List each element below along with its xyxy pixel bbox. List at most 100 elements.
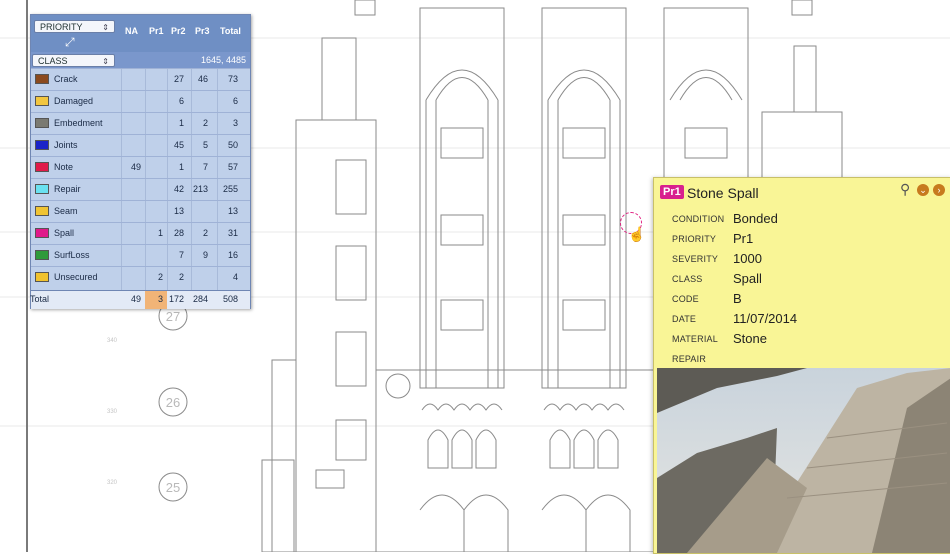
cell-pr2: 27 [173, 74, 184, 84]
summary-table-panel: PRIORITY ⇕ ⤢ NA Pr1 Pr2 Pr3 Total 1645, … [30, 14, 251, 309]
grand-total: 1645, 4485 [200, 55, 246, 65]
cell-pr3: 7 [202, 162, 208, 172]
cell-total: 50 [227, 140, 238, 150]
bay-number: 25 [166, 480, 180, 495]
table-row[interactable]: Seam 13 13 [31, 200, 250, 222]
class-swatch [35, 140, 49, 150]
level-mark: 330 [107, 409, 118, 415]
field-label: SEVERITY [672, 254, 719, 264]
field-value: Spall [733, 271, 762, 286]
cell-total: 4 [232, 272, 238, 282]
row-label: Unsecured [54, 272, 98, 282]
row-label: Repair [54, 184, 81, 194]
cell-total: 3 [232, 118, 238, 128]
cell-pr3: 46 [197, 74, 208, 84]
bay-number: 26 [166, 395, 180, 410]
table-row[interactable]: Damaged 6 6 [31, 90, 250, 112]
level-mark: 320 [107, 480, 118, 486]
cell-pr2: 13 [173, 206, 184, 216]
total-pr1: 3 [157, 294, 163, 304]
table-row[interactable]: Crack 27 46 73 [31, 68, 250, 90]
cell-total: 255 [222, 184, 238, 194]
cell-total: 31 [227, 228, 238, 238]
row-label: Note [54, 162, 74, 172]
cell-pr2: 42 [173, 184, 184, 194]
cell-pr2: 1 [178, 162, 184, 172]
cell-pr3: 5 [202, 140, 208, 150]
select-arrow-icon: ⇕ [102, 23, 109, 32]
table-row[interactable]: Embedment 1 2 3 [31, 112, 250, 134]
class-swatch [35, 184, 49, 194]
cell-pr3: 213 [192, 184, 208, 194]
class-swatch [35, 162, 49, 172]
resize-icon[interactable]: ⤢ [65, 35, 75, 50]
column-header-pr1: Pr1 [149, 26, 164, 36]
cell-pr2: 45 [173, 140, 184, 150]
cell-pr3: 2 [202, 118, 208, 128]
defect-photo[interactable] [657, 368, 950, 553]
column-header-na: NA [125, 26, 138, 36]
field-label: MATERIAL [672, 334, 718, 344]
cell-pr2: 1 [178, 118, 184, 128]
cell-pr2: 7 [178, 250, 184, 260]
table-row[interactable]: Spall 1 28 2 31 [31, 222, 250, 244]
field-label: REPAIR [672, 354, 707, 364]
cell-total: 16 [227, 250, 238, 260]
field-value: 1000 [733, 251, 762, 266]
total-pr2: 172 [168, 294, 184, 304]
cell-total: 6 [232, 96, 238, 106]
popup-title: Stone Spall [687, 185, 759, 201]
class-swatch [35, 272, 49, 282]
column-header-pr3: Pr3 [195, 26, 210, 36]
next-icon[interactable]: › [933, 184, 945, 196]
column-header-total: Total [220, 26, 241, 36]
field-label: PRIORITY [672, 234, 717, 244]
cell-total: 57 [227, 162, 238, 172]
total-total: 508 [222, 294, 238, 304]
table-row[interactable]: SurfLoss 7 9 16 [31, 244, 250, 266]
field-label: CODE [672, 294, 699, 304]
class-select[interactable]: CLASS ⇕ [32, 54, 115, 67]
row-label: Seam [54, 206, 78, 216]
class-select-label: CLASS [38, 56, 68, 66]
row-label: Spall [54, 228, 75, 238]
cell-total: 73 [227, 74, 238, 84]
field-label: DATE [672, 314, 697, 324]
cell-na: 49 [130, 162, 141, 172]
cell-pr2: 2 [178, 272, 184, 282]
cell-pr3: 2 [202, 228, 208, 238]
level-mark: 340 [107, 338, 118, 344]
field-value: Pr1 [733, 231, 754, 246]
field-value: 11/07/2014 [733, 311, 798, 326]
table-row[interactable]: Note 49 1 7 57 [31, 156, 250, 178]
priority-badge: Pr1 [660, 185, 684, 199]
field-value: Stone [733, 331, 767, 346]
table-row[interactable]: Repair 42 213 255 [31, 178, 250, 200]
table-row[interactable]: Unsecured 2 2 4 [31, 266, 250, 288]
column-header-pr2: Pr2 [171, 26, 186, 36]
priority-select-label: PRIORITY [40, 22, 83, 32]
total-row: Total 49 3 172 284 508 [30, 290, 250, 309]
search-icon[interactable]: ⚲ [900, 181, 910, 198]
row-label: Damaged [54, 96, 94, 106]
bay-number: 27 [166, 309, 180, 324]
class-swatch [35, 96, 49, 106]
panel-divider [26, 0, 28, 552]
cell-pr3: 9 [202, 250, 208, 260]
field-value: B [733, 291, 742, 306]
row-label: Crack [54, 74, 78, 84]
class-swatch [35, 206, 49, 216]
collapse-icon[interactable]: ⌄ [917, 184, 929, 196]
total-label: Total [30, 294, 50, 304]
cell-pr1: 2 [157, 272, 163, 282]
priority-select[interactable]: PRIORITY ⇕ [34, 20, 115, 33]
field-value: Bonded [733, 211, 778, 226]
class-swatch [35, 250, 49, 260]
cell-pr2: 6 [178, 96, 184, 106]
field-label: CLASS [672, 274, 703, 284]
class-swatch [35, 118, 49, 128]
defect-info-popup: Pr1 Stone Spall ⚲ ⌄ › CONDITION Bonded P… [653, 177, 950, 554]
select-arrow-icon: ⇕ [102, 57, 109, 66]
cell-pr2: 28 [173, 228, 184, 238]
table-row[interactable]: Joints 45 5 50 [31, 134, 250, 156]
